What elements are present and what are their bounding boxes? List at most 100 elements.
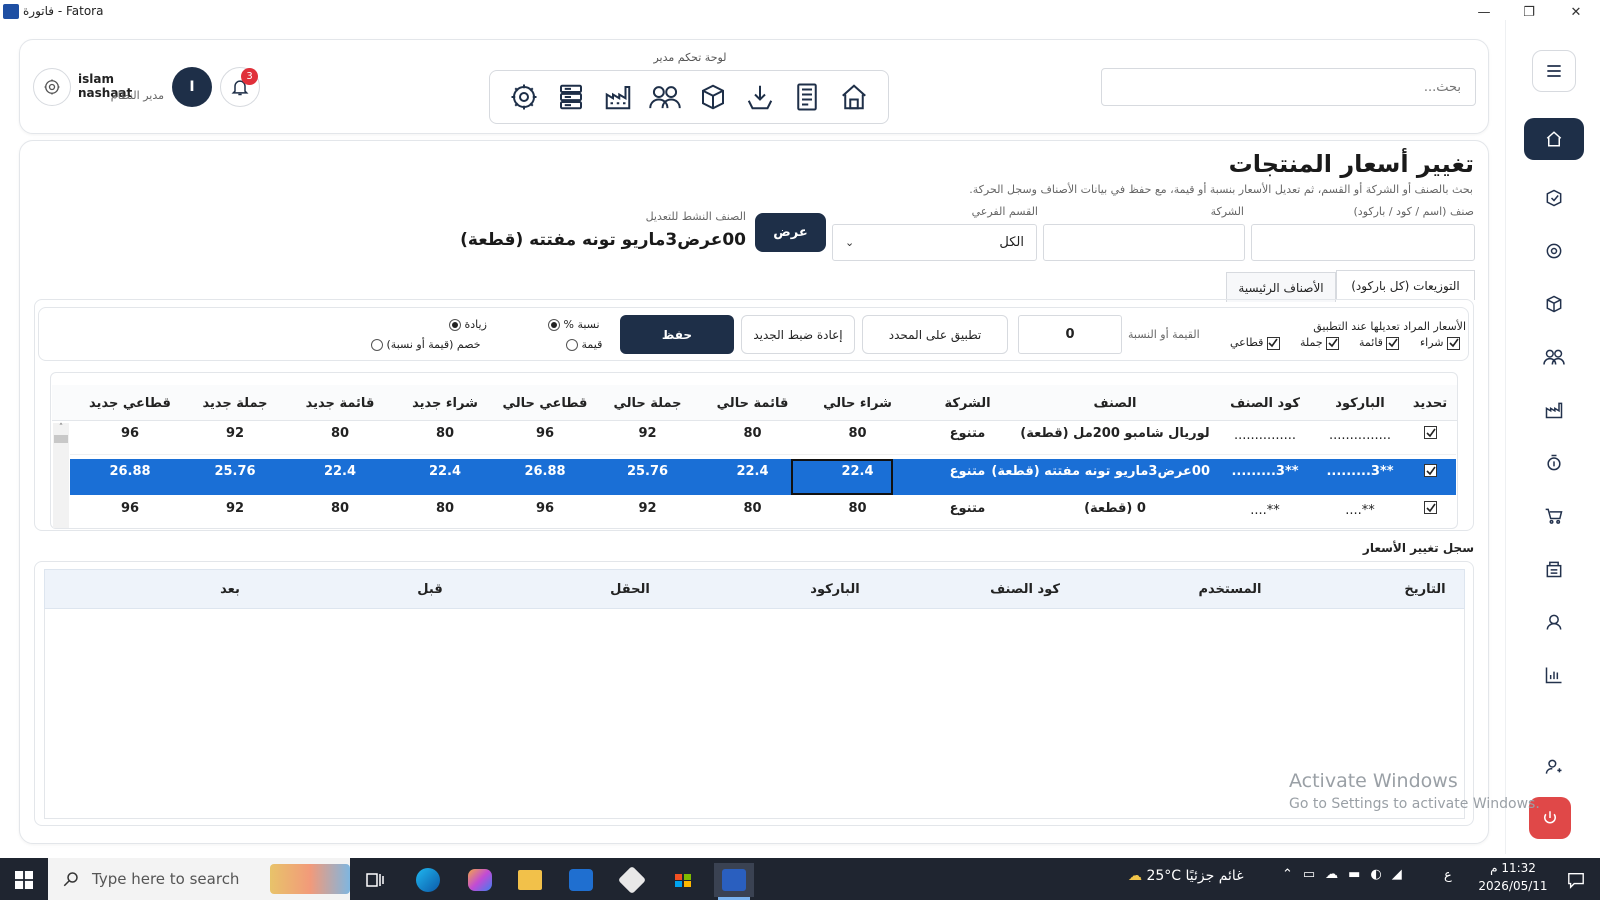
log-col-user: المستخدم [1198, 582, 1262, 597]
log-col-after: بعد [220, 582, 240, 597]
tab-main-items[interactable]: الأصناف الرئيسية [1226, 272, 1336, 302]
cell-buy-current: 80 [848, 426, 867, 441]
row-checkbox[interactable] [1424, 425, 1437, 439]
direction-increase-radio[interactable]: زيادة [449, 318, 487, 331]
edge-browser-icon[interactable] [408, 863, 448, 897]
scroll-up-icon[interactable]: ˄ [53, 423, 69, 433]
mode-percent-radio[interactable]: نسبة % [548, 318, 600, 331]
apply-selected-button[interactable]: تطبيق على المحدد [862, 315, 1008, 354]
cell-wholesale-current: 92 [638, 501, 657, 516]
page-subtitle: بحث بالصنف أو الشركة أو القسم، ثم تعديل … [969, 183, 1473, 196]
log-col-barcode: الباركود [810, 582, 860, 597]
sidebar-reports-icon[interactable] [1524, 654, 1584, 696]
minimize-button[interactable]: — [1460, 0, 1508, 24]
row-checkbox[interactable] [1424, 463, 1437, 477]
title-bar: فاتورة - Fatora — ❐ ✕ [0, 0, 1600, 24]
direction-decrease-radio[interactable]: خصم (قيمة أو نسبة) [371, 338, 481, 351]
activation-watermark: Activate Windows Go to Settings to activ… [1289, 770, 1540, 812]
sidebar-cart-icon[interactable] [1524, 495, 1584, 537]
col-retail-new: قطاعي جديد [89, 396, 171, 411]
sidebar-payments-icon[interactable] [1524, 442, 1584, 484]
checkbox-icon [1386, 336, 1400, 350]
log-title: سجل تغيير الأسعار [1362, 541, 1474, 555]
microsoft-store-icon[interactable] [663, 863, 703, 897]
sidebar-employees-icon[interactable] [1524, 601, 1584, 643]
checkbox-icon [1447, 336, 1461, 350]
task-view-icon[interactable] [355, 863, 395, 897]
log-col-field: الحقل [610, 582, 650, 597]
company-filter-input[interactable] [1043, 224, 1245, 261]
sidebar-suppliers-icon[interactable] [1524, 389, 1584, 431]
import-icon[interactable] [741, 78, 779, 116]
windows-start-icon[interactable] [4, 863, 44, 897]
taskbar-search[interactable]: Type here to search [48, 858, 350, 900]
factory-icon[interactable] [599, 78, 637, 116]
show-button[interactable]: عرض [755, 213, 826, 252]
fatora-app-icon[interactable] [714, 863, 754, 897]
cell-barcode: **.... [1345, 503, 1375, 518]
menu-icon[interactable] [1532, 50, 1576, 92]
price-type-wholesale[interactable]: جملة [1300, 336, 1340, 350]
radio-icon [566, 339, 578, 351]
sidebar-home-icon[interactable] [1524, 118, 1584, 160]
user-settings-icon[interactable] [33, 68, 71, 106]
sidebar-cashbox-icon[interactable] [1524, 548, 1584, 590]
box-icon[interactable] [694, 78, 732, 116]
home-icon[interactable] [835, 78, 873, 116]
log-col-date: التاريخ [1404, 582, 1446, 597]
row-checkbox[interactable] [1424, 500, 1437, 514]
price-type-list[interactable]: قائمة [1359, 336, 1400, 350]
users-icon[interactable] [646, 78, 684, 116]
reset-new-button[interactable]: إعادة ضبط الجديد [741, 315, 855, 354]
cell-company: متنوع [949, 501, 986, 516]
scroll-thumb[interactable] [54, 435, 68, 443]
col-buy-current: شراء حالي [823, 396, 892, 411]
receipt-icon[interactable] [788, 78, 826, 116]
app-cube-icon[interactable] [612, 863, 652, 897]
weather-widget[interactable]: ☁ 25°C غائم جزئيًا [1128, 868, 1244, 884]
cell-buy-current: 80 [848, 501, 867, 516]
table-row-selected[interactable] [70, 459, 1456, 495]
settings-icon[interactable] [505, 78, 543, 116]
item-filter-input[interactable] [1251, 224, 1475, 261]
cell-list-current: 80 [743, 426, 762, 441]
save-button[interactable]: حفظ [620, 315, 734, 354]
cell-item-name: لوريال شامبو 200مل (قطعة) [1020, 426, 1210, 441]
cell-list-new: 80 [330, 501, 350, 516]
subdept-dropdown[interactable]: الكل ⌄ [832, 224, 1037, 261]
file-explorer-icon[interactable] [510, 863, 550, 897]
database-icon[interactable] [552, 78, 590, 116]
cell-wholesale-current: 92 [638, 426, 657, 441]
focused-cell[interactable] [791, 459, 893, 495]
clock-time[interactable]: 11:32 م [1470, 861, 1556, 875]
subdept-filter-label: القسم الفرعي [971, 205, 1038, 218]
system-tray-icons[interactable]: ⌃▭☁▬◐◢ [1282, 867, 1412, 882]
col-list-new: قائمة جديد [305, 396, 375, 411]
window-title: فاتورة - Fatora [23, 4, 104, 18]
tab-distributions[interactable]: التوزيعات (كل باركود) [1336, 270, 1475, 300]
value-input[interactable]: 0 [1018, 315, 1122, 354]
outlook-icon[interactable] [561, 863, 601, 897]
cell-list-new: 80 [330, 426, 350, 441]
sidebar-products-icon[interactable] [1524, 283, 1584, 325]
toolbar-label: لوحة تحكم مدير [653, 51, 727, 64]
sidebar-orders-icon[interactable] [1524, 177, 1584, 219]
table-scrollbar[interactable]: ˄ [53, 423, 69, 528]
checkbox-icon [1266, 336, 1280, 350]
copilot-icon[interactable] [460, 863, 500, 897]
avatar[interactable]: I [172, 67, 212, 107]
language-indicator[interactable]: ع [1444, 868, 1452, 883]
clock-date[interactable]: 2026/05/11 [1470, 879, 1556, 893]
price-type-buy[interactable]: شراء [1420, 336, 1461, 350]
user-role: مدير النظام [110, 89, 164, 102]
notifications-icon[interactable] [1556, 863, 1596, 897]
col-company: الشركة [944, 396, 991, 411]
price-type-retail[interactable]: قطاعي [1230, 336, 1280, 350]
sidebar-settings-icon[interactable] [1524, 230, 1584, 272]
sidebar-customers-icon[interactable] [1524, 336, 1584, 378]
cell-company: متنوع [949, 426, 986, 441]
company-filter-label: الشركة [1210, 205, 1244, 218]
mode-value-radio[interactable]: قيمة [566, 338, 602, 351]
checkbox-icon [1326, 336, 1340, 350]
search-input[interactable] [1101, 68, 1476, 106]
